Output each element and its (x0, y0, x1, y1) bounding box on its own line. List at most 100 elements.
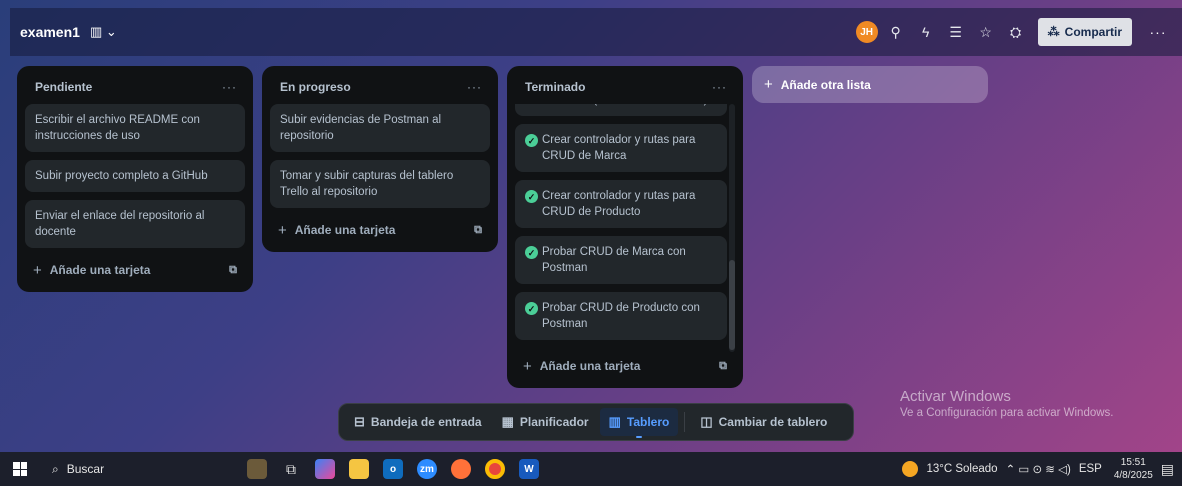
taskbar: ⌕ Buscar ⧉ o zm W 13°C Soleado ⌃ ▭ ⊙ ≋ ◁… (0, 452, 1182, 486)
list-cards: Producto (con relación a Marca) ✓ Crear … (515, 104, 727, 348)
card[interactable]: Subir proyecto completo a GitHub (25, 160, 245, 192)
clock[interactable]: 15:51 4/8/2025 (1114, 456, 1153, 482)
tab-inbox[interactable]: ⊟ Bandeja de entrada (345, 408, 491, 436)
nav-divider (684, 412, 686, 432)
switch-board-icon: ◫ (700, 414, 713, 429)
list-pendiente: Pendiente ··· Escribir el archivo README… (17, 66, 253, 292)
list-en-progreso: En progreso ··· Subir evidencias de Post… (262, 66, 498, 252)
automation-icon[interactable]: ϟ (914, 20, 938, 44)
add-card-button[interactable]: + Añade una tarjeta ⧉ (270, 216, 490, 244)
taskbar-app-copilot[interactable] (308, 452, 342, 486)
share-button[interactable]: ⁂ Compartir (1037, 18, 1132, 46)
list-menu-button[interactable]: ··· (222, 80, 237, 94)
add-card-label: Añade una tarjeta (539, 359, 641, 373)
folder-icon (349, 459, 369, 479)
watermark-subtitle: Ve a Configuración para activar Windows. (900, 407, 1114, 419)
clock-date: 4/8/2025 (1113, 470, 1153, 481)
zoom-icon: zm (417, 459, 437, 479)
search-label: Buscar (66, 462, 105, 476)
card-title: Probar CRUD de Marca con Postman (542, 246, 686, 274)
weather-sun-icon (902, 461, 919, 477)
tab-label: Planificador (519, 415, 589, 429)
taskbar-app-owl[interactable] (240, 452, 274, 486)
add-person-icon: ⁂ (1047, 25, 1060, 39)
complete-check-icon[interactable]: ✓ (525, 302, 538, 315)
taskbar-task-view[interactable]: ⧉ (274, 452, 308, 486)
bottom-nav: ⊟ Bandeja de entrada ▦ Planificador ▥ Ta… (338, 403, 854, 441)
card[interactable]: ✓ Probar CRUD de Producto con Postman (515, 292, 727, 340)
language-indicator[interactable]: ESP (1079, 463, 1102, 475)
windows-logo-icon (13, 462, 27, 476)
outlook-icon: o (383, 459, 403, 479)
complete-check-icon[interactable]: ✓ (525, 190, 538, 203)
list-header[interactable]: En progreso ··· (270, 74, 490, 100)
add-card-button[interactable]: + Añade una tarjeta ⧉ (515, 352, 735, 380)
plus-icon: + (523, 357, 532, 375)
task-view-icon: ⧉ (286, 460, 296, 477)
template-icon[interactable]: ⧉ (474, 224, 482, 237)
template-icon[interactable]: ⧉ (719, 360, 727, 373)
add-list-label: Añade otra lista (780, 77, 871, 92)
card[interactable]: ✓ Crear controlador y rutas para CRUD de… (515, 180, 727, 228)
card[interactable]: Producto (con relación a Marca) (515, 104, 727, 116)
board-title[interactable]: examen1 (20, 24, 80, 40)
star-icon[interactable]: ☆ (974, 20, 998, 44)
tab-label: Bandeja de entrada (370, 415, 482, 429)
copilot-icon (315, 459, 335, 479)
activation-watermark: Activar Windows Ve a Configuración para … (900, 388, 1114, 419)
tab-switch-board[interactable]: ◫ Cambiar de tablero (691, 408, 836, 436)
header-actions: JH ⚲ ϟ ☰ ☆ ⛭ ⁂ Compartir ··· (855, 18, 1172, 46)
complete-check-icon[interactable]: ✓ (525, 134, 538, 147)
card-title: Crear controlador y rutas para CRUD de P… (542, 190, 696, 218)
taskbar-app-zoom[interactable]: zm (410, 452, 444, 486)
watermark-title: Activar Windows (900, 388, 1011, 405)
chrome-icon (485, 459, 505, 479)
scrollbar-thumb[interactable] (729, 260, 735, 350)
filter-icon[interactable]: ☰ (944, 20, 968, 44)
list-title: Pendiente (35, 80, 93, 94)
tab-label: Tablero (626, 415, 670, 429)
calendar-icon: ▦ (501, 414, 514, 429)
inbox-icon: ⊟ (354, 414, 365, 429)
weather-label[interactable]: 13°C Soleado (926, 463, 997, 475)
tab-label: Cambiar de tablero (718, 415, 828, 429)
card[interactable]: Escribir el archivo README con instrucci… (25, 104, 245, 152)
taskbar-app-explorer[interactable] (342, 452, 376, 486)
taskbar-app-outlook[interactable]: o (376, 452, 410, 486)
tab-planner[interactable]: ▦ Planificador (493, 408, 598, 436)
taskbar-app-firefox[interactable] (444, 452, 478, 486)
start-button[interactable] (0, 452, 40, 486)
card[interactable]: Subir evidencias de Postman al repositor… (270, 104, 490, 152)
list-header[interactable]: Pendiente ··· (25, 74, 245, 100)
plus-icon: + (33, 261, 42, 279)
list-title: Terminado (525, 80, 586, 94)
plus-icon: + (764, 76, 773, 93)
card[interactable]: ✓ Probar CRUD de Marca con Postman (515, 236, 727, 284)
avatar[interactable]: JH (855, 21, 878, 43)
notification-icon[interactable]: ▤ (1161, 461, 1174, 478)
plus-icon: + (278, 221, 287, 239)
card[interactable]: ✓ Crear controlador y rutas para CRUD de… (515, 124, 727, 172)
add-card-button[interactable]: + Añade una tarjeta ⧉ (25, 256, 245, 284)
list-header[interactable]: Terminado ··· (515, 74, 735, 100)
power-ups-icon[interactable]: ⚲ (884, 20, 908, 44)
visibility-icon[interactable]: ⛭ (1004, 20, 1028, 44)
system-tray: 13°C Soleado ⌃ ▭ ⊙ ≋ ◁) ESP 15:51 4/8/20… (902, 456, 1182, 482)
owl-icon (247, 459, 267, 479)
list-title: En progreso (280, 80, 351, 94)
list-menu-button[interactable]: ··· (712, 80, 727, 94)
taskbar-app-chrome[interactable] (478, 452, 512, 486)
board-menu-button[interactable]: ··· (1144, 24, 1172, 40)
card[interactable]: Enviar el enlace del repositorio al doce… (25, 200, 245, 248)
tray-icons[interactable]: ⌃ ▭ ⊙ ≋ ◁) (1006, 462, 1071, 476)
add-list-button[interactable]: + Añade otra lista (752, 66, 988, 103)
board-view-icon[interactable]: ▥ ⌄ (90, 24, 117, 40)
tab-board[interactable]: ▥ Tablero (599, 408, 679, 438)
taskbar-app-word[interactable]: W (512, 452, 546, 486)
list-terminado: Terminado ··· Producto (con relación a M… (507, 66, 743, 388)
complete-check-icon[interactable]: ✓ (525, 246, 538, 259)
template-icon[interactable]: ⧉ (229, 264, 237, 277)
list-menu-button[interactable]: ··· (467, 80, 482, 94)
card[interactable]: Tomar y subir capturas del tablero Trell… (270, 160, 490, 208)
taskbar-search[interactable]: ⌕ Buscar (40, 456, 240, 482)
